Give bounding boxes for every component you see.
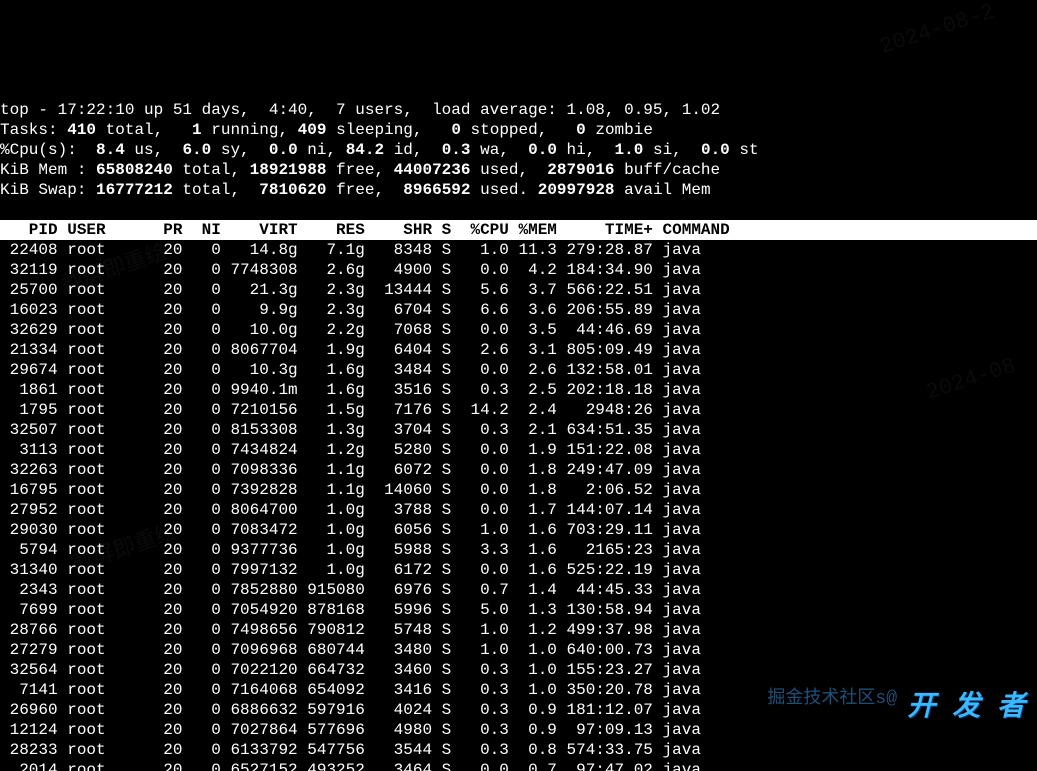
process-row: 32629 root 20 0 10.0g 2.2g 7068 S 0.0 3.… xyxy=(0,321,701,339)
process-row: 3113 root 20 0 7434824 1.2g 5280 S 0.0 1… xyxy=(0,441,701,459)
process-row: 31340 root 20 0 7997132 1.0g 6172 S 0.0 … xyxy=(0,561,701,579)
process-row: 28766 root 20 0 7498656 790812 5748 S 1.… xyxy=(0,621,701,639)
cpu-line: %Cpu(s): 8.4 us, 6.0 sy, 0.0 ni, 84.2 id… xyxy=(0,141,759,159)
process-row: 21334 root 20 0 8067704 1.9g 6404 S 2.6 … xyxy=(0,341,701,359)
process-row: 29030 root 20 0 7083472 1.0g 6056 S 1.0 … xyxy=(0,521,701,539)
process-row: 28233 root 20 0 6133792 547756 3544 S 0.… xyxy=(0,741,701,759)
process-row: 32564 root 20 0 7022120 664732 3460 S 0.… xyxy=(0,661,701,679)
process-row: 2014 root 20 0 6527152 493252 3464 S 0.0… xyxy=(0,761,701,771)
process-row: 26960 root 20 0 6886632 597916 4024 S 0.… xyxy=(0,701,701,719)
ghost-watermark: 2024-08-2 xyxy=(878,2,997,58)
swap-line: KiB Swap: 16777212 total, 7810620 free, … xyxy=(0,181,720,199)
process-row: 27279 root 20 0 7096968 680744 3480 S 1.… xyxy=(0,641,701,659)
process-row: 32263 root 20 0 7098336 1.1g 6072 S 0.0 … xyxy=(0,461,701,479)
top-summary-line: top - 17:22:10 up 51 days, 4:40, 7 users… xyxy=(0,101,720,119)
process-row: 1795 root 20 0 7210156 1.5g 7176 S 14.2 … xyxy=(0,401,701,419)
process-row: 16023 root 20 0 9.9g 2.3g 6704 S 6.6 3.6… xyxy=(0,301,701,319)
process-row: 27952 root 20 0 8064700 1.0g 3788 S 0.0 … xyxy=(0,501,701,519)
process-row: 5794 root 20 0 9377736 1.0g 5988 S 3.3 1… xyxy=(0,541,701,559)
process-row: 25700 root 20 0 21.3g 2.3g 13444 S 5.6 3… xyxy=(0,281,701,299)
process-table-header: PID USER PR NI VIRT RES SHR S %CPU %MEM … xyxy=(0,220,1037,240)
process-row: 7699 root 20 0 7054920 878168 5996 S 5.0… xyxy=(0,601,701,619)
process-row: 1861 root 20 0 9940.1m 1.6g 3516 S 0.3 2… xyxy=(0,381,701,399)
process-row: 12124 root 20 0 7027864 577696 4980 S 0.… xyxy=(0,721,701,739)
process-row: 32507 root 20 0 8153308 1.3g 3704 S 0.3 … xyxy=(0,421,701,439)
terminal-output: top - 17:22:10 up 51 days, 4:40, 7 users… xyxy=(0,100,1037,771)
process-row: 2343 root 20 0 7852880 915080 6976 S 0.7… xyxy=(0,581,701,599)
process-row: 16795 root 20 0 7392828 1.1g 14060 S 0.0… xyxy=(0,481,701,499)
mem-line: KiB Mem : 65808240 total, 18921988 free,… xyxy=(0,161,720,179)
process-row: 22408 root 20 0 14.8g 7.1g 8348 S 1.0 11… xyxy=(0,241,701,259)
tasks-line: Tasks: 410 total, 1 running, 409 sleepin… xyxy=(0,121,653,139)
process-row: 7141 root 20 0 7164068 654092 3416 S 0.3… xyxy=(0,681,701,699)
process-row: 32119 root 20 0 7748308 2.6g 4900 S 0.0 … xyxy=(0,261,701,279)
process-row: 29674 root 20 0 10.3g 1.6g 3484 S 0.0 2.… xyxy=(0,361,701,379)
